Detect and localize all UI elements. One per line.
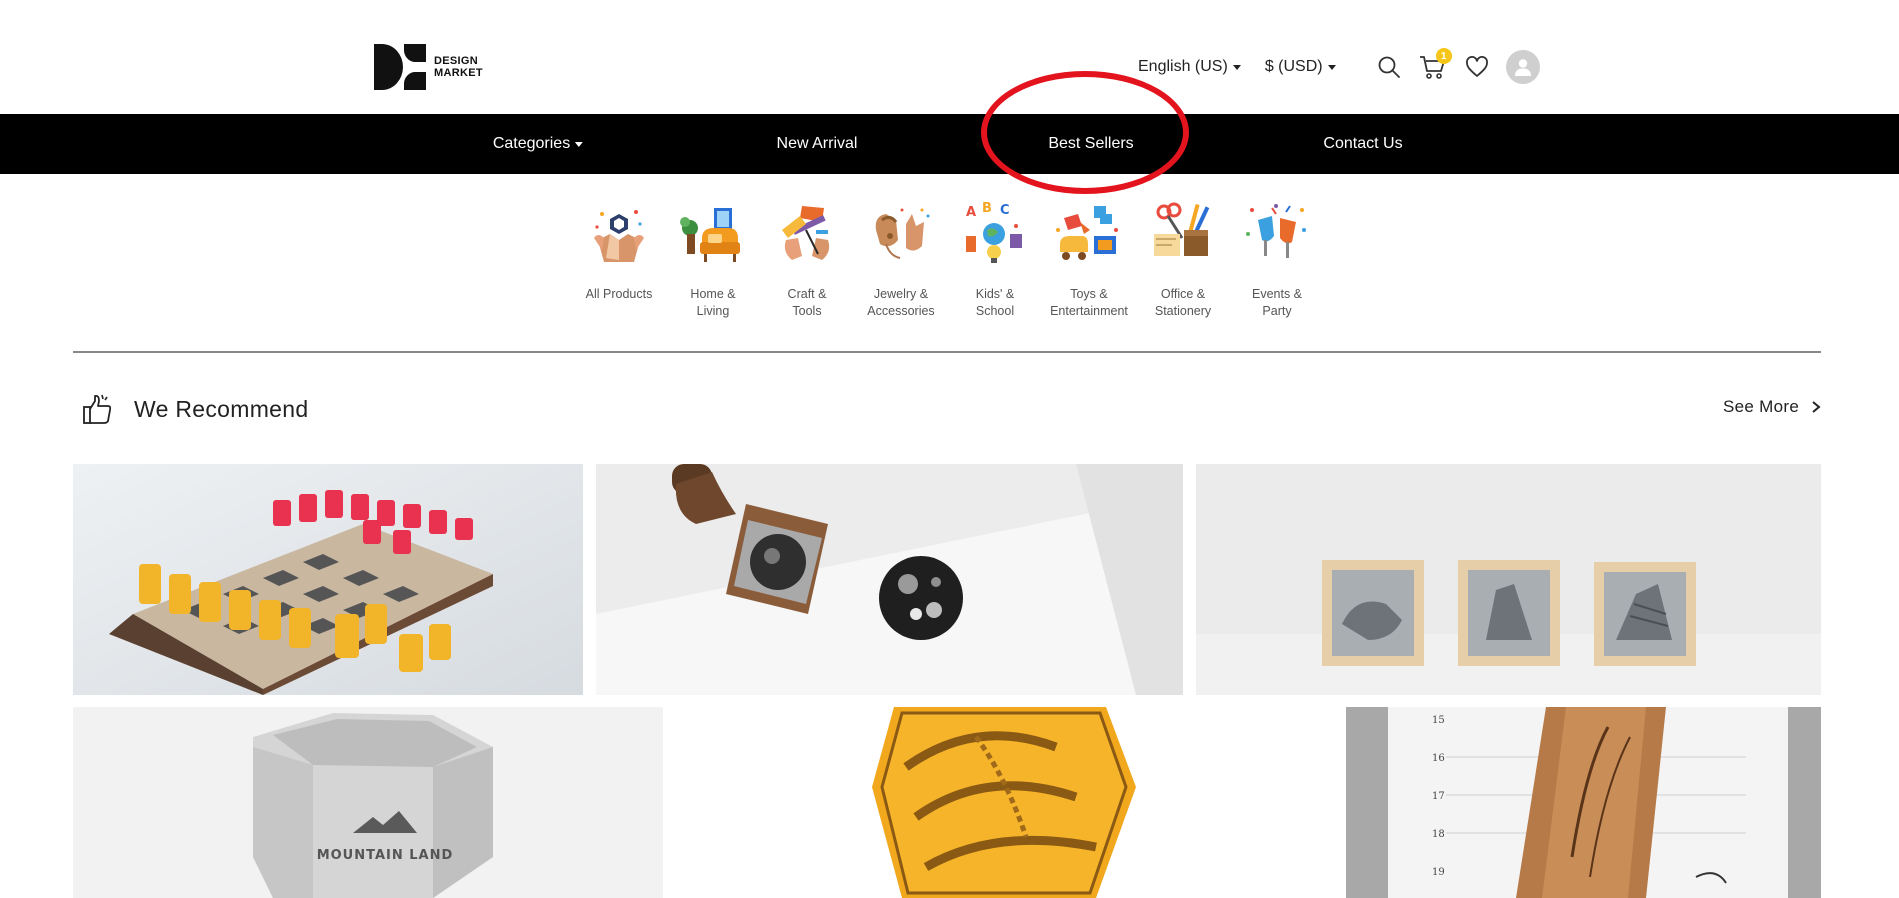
- concrete-stamp-text: MOUNTAIN LAND: [317, 848, 454, 863]
- brand-logo[interactable]: DESIGN MARKET: [374, 44, 483, 90]
- product-tile-cork-stamp[interactable]: 15 16 17 18 19 PM: [1346, 707, 1821, 898]
- concrete-planter-image: MOUNTAIN LAND: [73, 707, 663, 898]
- category-craft-tools[interactable]: Craft & Tools: [760, 200, 854, 320]
- see-more-link[interactable]: See More: [1723, 397, 1823, 417]
- category-strip: All Products Home & Living Craft & Tools…: [572, 200, 1324, 320]
- nav-best-sellers[interactable]: Best Sellers: [1048, 114, 1133, 174]
- currency-label: $ (USD): [1264, 58, 1323, 75]
- recommend-section-header: We Recommend: [82, 393, 308, 425]
- nav-contact-us[interactable]: Contact Us: [1323, 114, 1402, 174]
- svg-text:A: A: [966, 205, 976, 220]
- office-stationery-icon: [1154, 202, 1210, 256]
- logo-mark-icon: [374, 44, 426, 90]
- see-more-label: See More: [1723, 397, 1800, 416]
- category-events-party[interactable]: Events & Party: [1230, 200, 1324, 320]
- nav-contact-us-label: Contact Us: [1323, 135, 1403, 152]
- animal-stamps-image: [1196, 464, 1821, 695]
- chess-board-image: [73, 464, 583, 695]
- chevron-down-icon: [575, 141, 584, 147]
- chevron-down-icon: [1327, 64, 1336, 70]
- user-icon: [1514, 59, 1531, 76]
- page: DESIGN MARKET English (US) $ (USD) 1 Cat…: [0, 0, 1899, 898]
- nav-categories-label: Categories: [492, 135, 571, 152]
- user-avatar[interactable]: [1505, 50, 1540, 84]
- logo-text: DESIGN MARKET: [434, 55, 483, 79]
- nav-categories[interactable]: Categories: [492, 114, 584, 174]
- product-tile-concrete-planter[interactable]: MOUNTAIN LAND: [73, 707, 663, 898]
- tick-label: 17: [1432, 791, 1445, 802]
- category-jewelry-accessories[interactable]: Jewelry & Accessories: [854, 200, 948, 320]
- category-label: Jewelry & Accessories: [867, 287, 935, 318]
- jewelry-accessories-icon: [875, 208, 930, 259]
- all-products-icon: [594, 210, 644, 262]
- events-party-icon: [1246, 204, 1306, 258]
- toys-entertainment-icon: [1056, 206, 1118, 260]
- category-kids-school[interactable]: A B C Kids' & School: [948, 200, 1042, 320]
- category-all-products[interactable]: All Products: [572, 200, 666, 320]
- category-label: All Products: [585, 287, 653, 301]
- home-living-icon: [680, 208, 740, 262]
- category-home-living[interactable]: Home & Living: [666, 200, 760, 320]
- product-tile-chess-board[interactable]: [73, 464, 583, 695]
- craft-tools-icon: [782, 206, 830, 260]
- cart-button[interactable]: 1: [1418, 48, 1452, 82]
- heart-icon: [1465, 56, 1488, 77]
- category-office-stationery[interactable]: Office & Stationery: [1136, 200, 1230, 320]
- nav-best-sellers-label: Best Sellers: [1048, 135, 1134, 152]
- category-label: Office & Stationery: [1154, 287, 1212, 318]
- site-header: DESIGN MARKET English (US) $ (USD) 1: [0, 0, 1899, 114]
- nav-new-arrival-label: New Arrival: [776, 135, 858, 152]
- tick-label: 16: [1432, 753, 1445, 764]
- recommend-title: We Recommend: [134, 395, 309, 422]
- tick-label: 19: [1432, 867, 1445, 878]
- category-label: Toys & Entertainment: [1050, 287, 1128, 318]
- language-select[interactable]: English (US): [1138, 58, 1241, 76]
- category-label: Craft & Tools: [787, 287, 827, 318]
- product-tile-moon-stamp[interactable]: [596, 464, 1183, 695]
- cart-count-badge: 1: [1435, 48, 1452, 64]
- nav-new-arrival[interactable]: New Arrival: [777, 114, 858, 174]
- chevron-down-icon: [1232, 64, 1241, 70]
- tick-label: 15: [1432, 715, 1445, 726]
- logo-line-1: DESIGN: [434, 55, 478, 67]
- kids-school-icon: A B C: [966, 201, 1022, 263]
- thumbs-up-icon: [83, 394, 112, 424]
- svg-text:C: C: [1000, 203, 1010, 218]
- logo-line-2: MARKET: [434, 67, 483, 79]
- chevron-right-icon: [1812, 401, 1821, 413]
- search-icon: [1378, 56, 1400, 78]
- tick-label: 18: [1432, 829, 1445, 840]
- section-divider: [73, 351, 1821, 353]
- category-toys-entertainment[interactable]: Toys & Entertainment: [1042, 200, 1136, 320]
- wishlist-button[interactable]: [1462, 52, 1492, 82]
- search-button[interactable]: [1374, 52, 1404, 82]
- product-tile-animal-stamps[interactable]: [1196, 464, 1821, 695]
- moon-stamp-image: [596, 464, 1183, 695]
- svg-text:B: B: [982, 201, 992, 216]
- cork-stamp-image: 15 16 17 18 19 PM: [1346, 707, 1821, 898]
- header-actions: English (US) $ (USD) 1: [1138, 48, 1540, 84]
- hexagon-coaster-image: [676, 707, 1246, 898]
- category-label: Events & Party: [1251, 287, 1303, 318]
- main-navbar: Categories New Arrival Best Sellers Cont…: [0, 114, 1899, 174]
- category-label: Home & Living: [690, 287, 736, 318]
- category-label: Kids' & School: [975, 287, 1015, 318]
- language-label: English (US): [1138, 58, 1228, 75]
- product-tile-hexagon-coaster[interactable]: [676, 707, 1246, 898]
- currency-select[interactable]: $ (USD): [1265, 58, 1336, 76]
